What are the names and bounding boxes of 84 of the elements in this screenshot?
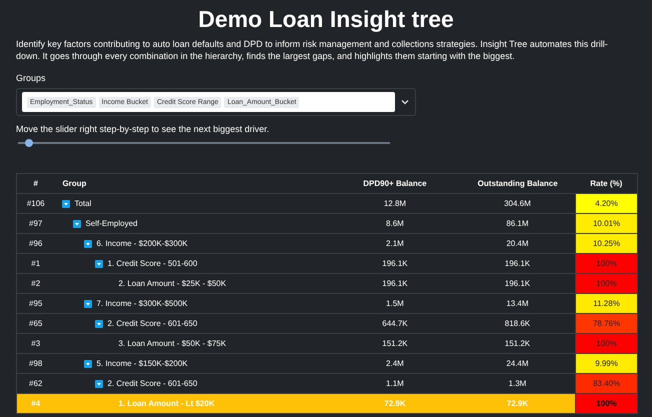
selected-table-row[interactable]: #4 1. Loan Amount - Lt $20K 72.9K 72.9K 100%: [16, 394, 638, 414]
rate-cell: 100%: [576, 254, 638, 274]
row-number: #2: [31, 278, 40, 288]
rate-cell: 100%: [576, 274, 638, 294]
row-number: #65: [29, 318, 42, 328]
group-label: Self-Employed: [85, 218, 138, 230]
row-number: #96: [29, 238, 42, 248]
table-cell: 1.3M: [508, 378, 526, 388]
collapse-toggle-icon[interactable]: [84, 360, 92, 368]
slider-label: Move the slider right step-by-step to see the next biggest driver.: [16, 123, 270, 135]
table-cell: 2.4M: [386, 358, 404, 368]
table-cell: 196.1K: [382, 258, 408, 268]
rate-cell: 9.99%: [576, 354, 638, 374]
group-label: 6. Income - $200K-$300K: [96, 238, 188, 250]
table-cell: 2.1M: [386, 238, 404, 248]
collapse-toggle-icon[interactable]: [62, 200, 70, 208]
column-header: #: [33, 178, 38, 188]
table-cell: 13.4M: [506, 298, 529, 308]
table-row[interactable]: #98 5. Income - $150K-$200K 2.4M 24.4M 9.99%: [16, 354, 638, 374]
group-label: 7. Income - $300K-$500K: [96, 298, 188, 310]
rate-cell: 11.28%: [576, 294, 638, 314]
table-row[interactable]: #65 2. Credit Score - 601-650 644.7K 818.6K 78.76%: [16, 314, 638, 334]
table-cell: 12.8M: [384, 198, 406, 208]
table-cell: 196.1K: [504, 258, 530, 268]
group-label: 5. Income - $150K-$200K: [96, 358, 188, 370]
row-number: #106: [26, 198, 45, 208]
table-row[interactable]: #3 3. Loan Amount - $50K - $75K 151.2K 151.2K 100%: [16, 334, 638, 354]
slider-thumb[interactable]: [25, 139, 34, 147]
row-number: #95: [29, 298, 42, 308]
group-label: 1. Credit Score - 501-600: [107, 258, 198, 270]
table-row[interactable]: #95 7. Income - $300K-$500K 1.5M 13.4M 11.28%: [16, 294, 638, 314]
group-label: 3. Loan Amount - $50K - $75K: [118, 338, 226, 350]
rate-cell: 10.01%: [576, 214, 638, 234]
rate-cell: 83.40%: [576, 374, 638, 394]
table-row[interactable]: #2 2. Loan Amount - $25K - $50K 196.1K 196.1K 100%: [16, 274, 638, 294]
rate-cell: 4.20%: [576, 194, 638, 214]
collapse-toggle-icon[interactable]: [95, 320, 104, 328]
table-cell: 24.4M: [506, 358, 529, 368]
row-number: #62: [29, 378, 42, 388]
table-cell: 196.1K: [382, 278, 408, 288]
chevron-down-icon[interactable]: [401, 99, 409, 105]
table-row[interactable]: #1 1. Credit Score - 501-600 196.1K 196.1K 100%: [16, 254, 638, 274]
table-row[interactable]: #106 Total 12.8M 304.6M 4.20%: [16, 194, 638, 214]
group-label: 2. Credit Score - 601-650: [107, 378, 198, 390]
group-label: 2. Loan Amount - $25K - $50K: [118, 278, 226, 290]
groups-label: Groups: [16, 72, 46, 84]
group-label: 1. Loan Amount - Lt $20K: [118, 398, 215, 410]
row-number: #98: [29, 358, 42, 368]
table-cell: 196.1K: [504, 278, 530, 288]
row-number: #1: [31, 258, 40, 268]
collapse-toggle-icon[interactable]: [95, 260, 104, 268]
table-row[interactable]: #96 6. Income - $200K-$300K 2.1M 20.4M 10.25%: [16, 234, 638, 254]
column-header: Outstanding Balance: [478, 178, 558, 188]
table-cell: 151.2K: [382, 338, 408, 348]
group-label: Total: [74, 198, 92, 210]
collapse-toggle-icon[interactable]: [95, 380, 104, 388]
table-row[interactable]: #97 Self-Employed 8.6M 86.1M 10.01%: [16, 214, 638, 234]
rate-cell: 100%: [576, 394, 638, 414]
row-number: #4: [31, 398, 40, 408]
table-cell: 1.1M: [386, 378, 404, 388]
row-number: #97: [29, 218, 42, 228]
rate-cell: 78.76%: [576, 314, 638, 334]
table-cell: 644.7K: [382, 318, 408, 328]
rate-cell: 10.25%: [576, 234, 638, 254]
group-label: 2. Credit Score - 601-650: [107, 318, 198, 330]
table-cell: 72.9K: [384, 398, 406, 408]
row-number: #3: [31, 338, 40, 348]
column-header: DPD90+ Balance: [363, 178, 427, 188]
table-cell: 304.6M: [504, 198, 531, 208]
collapse-toggle-icon[interactable]: [84, 300, 92, 308]
column-header: Rate (%): [590, 178, 622, 188]
table-cell: 8.6M: [386, 218, 404, 228]
page-title: Demo Loan Insight tree: [197, 6, 455, 32]
table-cell: 818.6K: [504, 318, 530, 328]
table-cell: 1.5M: [386, 298, 404, 308]
table-cell: 20.4M: [506, 238, 529, 248]
table-cell: 72.9K: [506, 398, 528, 408]
collapse-toggle-icon[interactable]: [73, 220, 82, 228]
rate-cell: 100%: [576, 334, 638, 354]
description: Identify key factors contributing to auto loan defaults and DPD to inform risk management and collections strategies. Insight Tree automates this drill-down. It goes through every combination in the hierarchy, finds the largest gaps, and highlights them starting with the biggest.: [16, 38, 609, 62]
column-header: Group: [62, 178, 86, 188]
table-cell: 86.1M: [506, 218, 529, 228]
collapse-toggle-icon[interactable]: [84, 240, 92, 248]
table-cell: 151.2K: [504, 338, 530, 348]
